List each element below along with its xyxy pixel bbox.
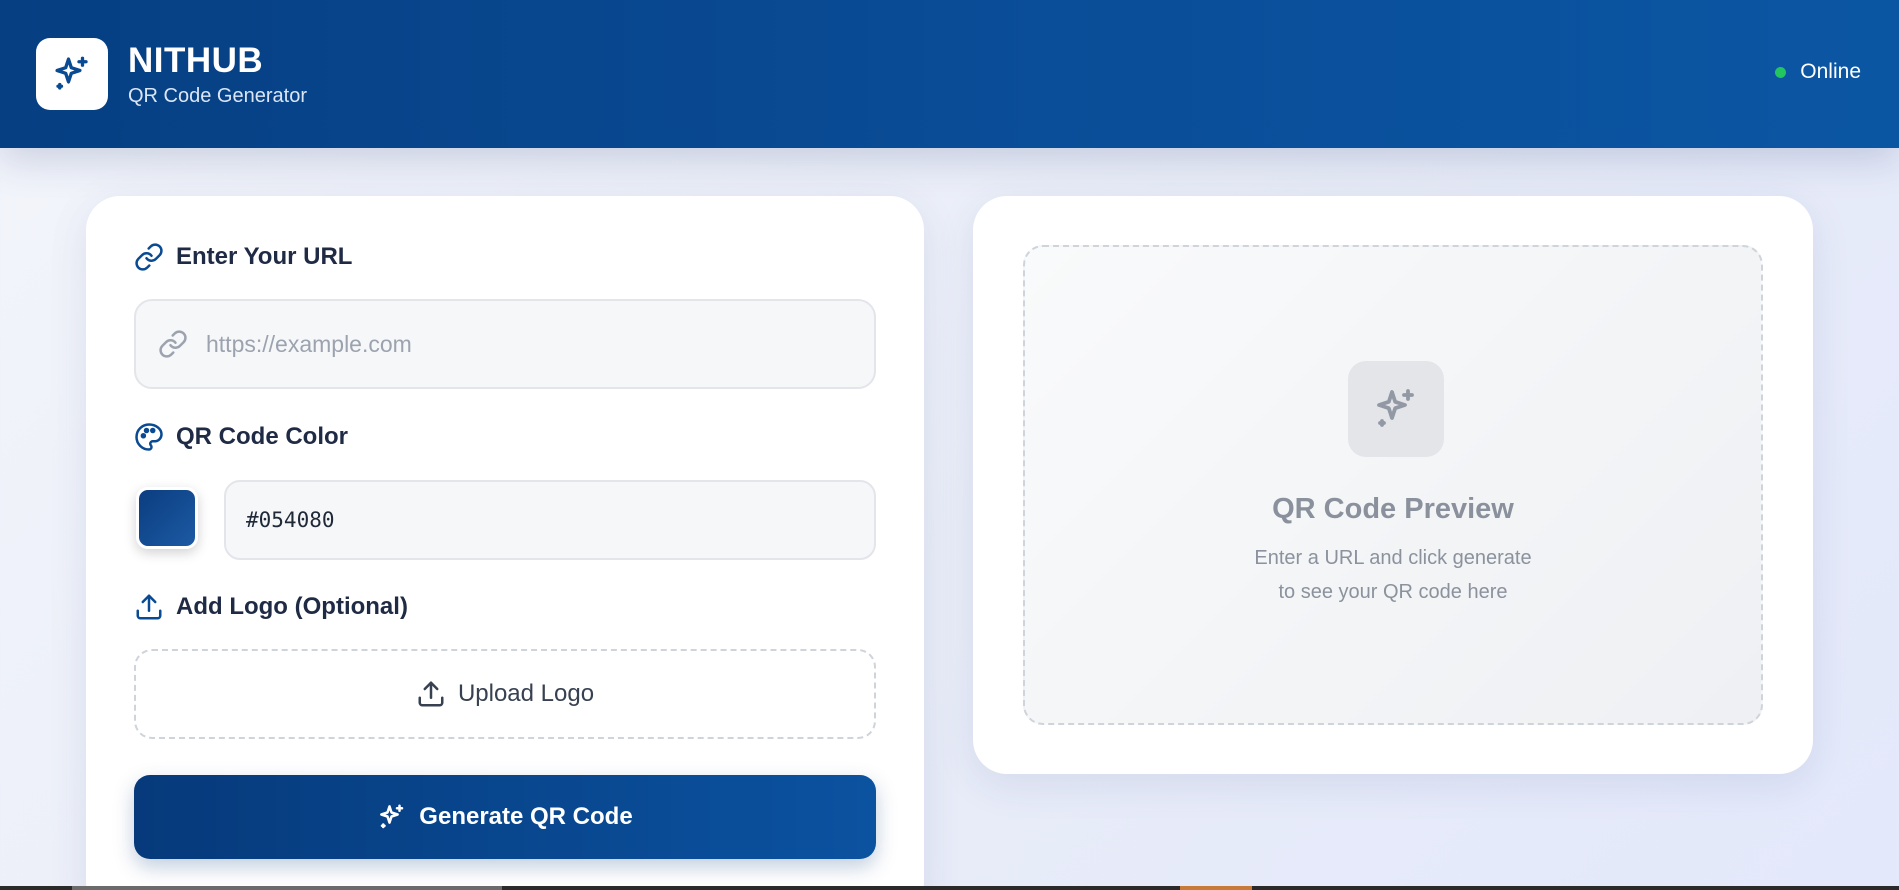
upload-logo-button[interactable]: Upload Logo xyxy=(134,649,876,739)
color-label-text: QR Code Color xyxy=(176,423,348,450)
app-header: NITHUB QR Code Generator Online xyxy=(0,0,1899,148)
preview-desc-line2: to see your QR code here xyxy=(1278,581,1508,603)
upload-icon xyxy=(418,681,444,707)
preview-icon-box xyxy=(1348,361,1444,457)
status-indicator: Online xyxy=(1775,60,1861,84)
palette-icon xyxy=(135,423,163,451)
link-icon xyxy=(135,243,163,271)
hex-color-field[interactable] xyxy=(224,480,876,560)
preview-desc-line1: Enter a URL and click generate xyxy=(1254,547,1532,569)
qr-form-card: Enter Your URL QR Code Color Add Logo (O… xyxy=(86,196,924,890)
status-text: Online xyxy=(1800,60,1861,83)
bottom-edge-segment xyxy=(72,886,502,890)
url-label-text: Enter Your URL xyxy=(176,243,353,270)
sparkles-icon xyxy=(1377,389,1414,427)
upload-icon xyxy=(136,594,162,620)
generate-qr-button[interactable]: Generate QR Code xyxy=(134,775,876,859)
hex-color-input[interactable] xyxy=(246,508,846,532)
logo-label-text: Add Logo (Optional) xyxy=(176,593,408,620)
url-input[interactable] xyxy=(206,330,846,358)
generate-label: Generate QR Code xyxy=(419,803,633,830)
upload-logo-label: Upload Logo xyxy=(457,680,595,707)
url-field[interactable] xyxy=(134,299,876,389)
link-icon xyxy=(159,330,187,358)
qr-preview-area: QR Code Preview Enter a URL and click ge… xyxy=(1023,245,1763,725)
status-dot-icon xyxy=(1775,66,1787,78)
preview-title: QR Code Preview xyxy=(1272,493,1514,525)
brand: NITHUB QR Code Generator xyxy=(128,41,307,108)
logo-section-label: Add Logo (Optional) xyxy=(134,592,408,622)
brand-title: NITHUB xyxy=(128,40,264,80)
color-swatch-picker[interactable] xyxy=(136,487,198,549)
sparkles-icon xyxy=(55,56,88,90)
app-logo xyxy=(36,38,108,110)
brand-subtitle: QR Code Generator xyxy=(128,84,307,107)
bottom-edge-segment xyxy=(1180,886,1252,890)
preview-description: Enter a URL and click generate to see yo… xyxy=(1025,541,1761,609)
url-section-label: Enter Your URL xyxy=(134,242,352,272)
color-section-label: QR Code Color xyxy=(134,422,348,452)
qr-preview-card: QR Code Preview Enter a URL and click ge… xyxy=(973,196,1813,774)
sparkles-icon xyxy=(380,804,404,829)
